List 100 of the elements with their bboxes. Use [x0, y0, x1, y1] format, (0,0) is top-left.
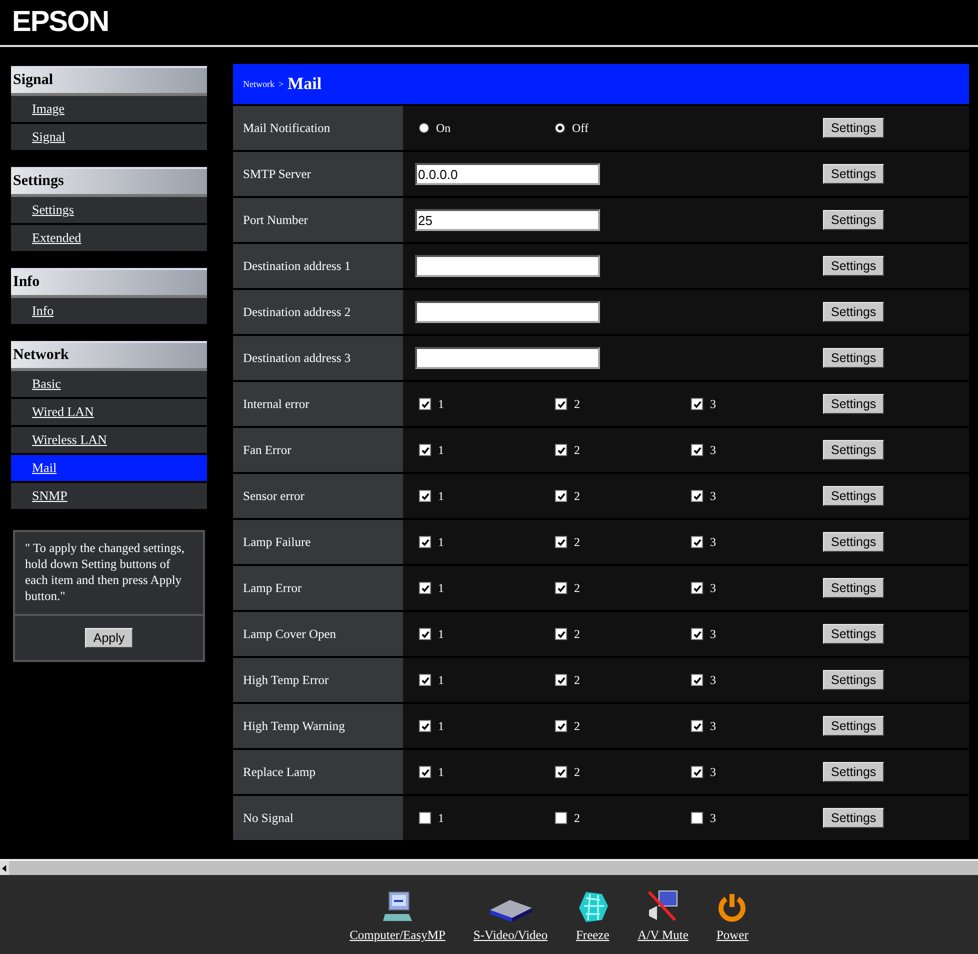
input-field[interactable]: [415, 255, 600, 277]
toolbar-link[interactable]: A/V Mute: [638, 885, 688, 943]
settings-button[interactable]: Settings: [823, 624, 884, 644]
checkbox[interactable]: [555, 444, 567, 456]
checkbox[interactable]: [691, 628, 703, 640]
sidebar-heading: Settings: [11, 167, 207, 197]
toolbar-link[interactable]: Power: [716, 885, 748, 943]
checkbox[interactable]: [419, 398, 431, 410]
settings-button[interactable]: Settings: [823, 256, 884, 276]
settings-button[interactable]: Settings: [823, 762, 884, 782]
settings-button[interactable]: Settings: [823, 394, 884, 414]
settings-button[interactable]: Settings: [823, 210, 884, 230]
settings-button[interactable]: Settings: [823, 808, 884, 828]
toolbar-link[interactable]: Computer/EasyMP: [350, 885, 446, 943]
sidebar-item[interactable]: Mail: [11, 455, 207, 481]
checkbox[interactable]: [691, 490, 703, 502]
checkbox[interactable]: [419, 720, 431, 732]
settings-button[interactable]: Settings: [823, 670, 884, 690]
checkbox-label: 1: [438, 488, 444, 504]
checkbox-label: 1: [438, 580, 444, 596]
sidebar-item[interactable]: Image: [11, 96, 207, 122]
radio-button[interactable]: [419, 123, 429, 133]
field-label: Port Number: [233, 198, 403, 242]
checkbox[interactable]: [419, 536, 431, 548]
sidebar-item[interactable]: SNMP: [11, 483, 207, 509]
field-label: Destination address 3: [233, 336, 403, 380]
sidebar-item[interactable]: Extended: [11, 225, 207, 251]
checkbox[interactable]: [691, 674, 703, 686]
checkbox-label: 3: [710, 810, 716, 826]
field-label: SMTP Server: [233, 152, 403, 196]
input-field[interactable]: [415, 301, 600, 323]
settings-button[interactable]: Settings: [823, 118, 884, 138]
settings-button[interactable]: Settings: [823, 348, 884, 368]
checkbox[interactable]: [419, 812, 431, 824]
checkbox[interactable]: [691, 720, 703, 732]
checkbox[interactable]: [555, 628, 567, 640]
settings-button[interactable]: Settings: [823, 440, 884, 460]
checkbox[interactable]: [419, 490, 431, 502]
checkbox[interactable]: [555, 582, 567, 594]
input-field[interactable]: [415, 347, 600, 369]
radio-button[interactable]: [555, 123, 565, 133]
checkbox-label: 2: [574, 396, 580, 412]
field-label: Lamp Failure: [233, 520, 403, 564]
checkbox-label: 3: [710, 764, 716, 780]
field-label: High Temp Warning: [233, 704, 403, 748]
checkbox[interactable]: [691, 536, 703, 548]
checkbox[interactable]: [555, 812, 567, 824]
checkbox[interactable]: [419, 628, 431, 640]
checkbox[interactable]: [419, 674, 431, 686]
toolbar-link[interactable]: S-Video/Video: [473, 885, 548, 943]
settings-button[interactable]: Settings: [823, 164, 884, 184]
checkbox-label: 2: [574, 764, 580, 780]
settings-button[interactable]: Settings: [823, 302, 884, 322]
scroll-left-icon[interactable]: [0, 861, 9, 875]
checkbox[interactable]: [555, 720, 567, 732]
checkbox[interactable]: [691, 582, 703, 594]
sidebar-item[interactable]: Wired LAN: [11, 399, 207, 425]
horizontal-scrollbar[interactable]: [0, 859, 978, 875]
settings-button[interactable]: Settings: [823, 716, 884, 736]
sidebar-item[interactable]: Settings: [11, 197, 207, 223]
sidebar-item[interactable]: Info: [11, 298, 207, 324]
radio-label: Off: [572, 120, 588, 136]
sidebar-item[interactable]: Basic: [11, 371, 207, 397]
settings-button[interactable]: Settings: [823, 578, 884, 598]
checkbox[interactable]: [555, 766, 567, 778]
input-field[interactable]: 25: [415, 209, 600, 231]
checkbox[interactable]: [555, 398, 567, 410]
sidebar-item[interactable]: Wireless LAN: [11, 427, 207, 453]
checkbox-label: 1: [438, 718, 444, 734]
field-label: No Signal: [233, 796, 403, 840]
field-label: Destination address 1: [233, 244, 403, 288]
checkbox[interactable]: [555, 490, 567, 502]
input-field[interactable]: 0.0.0.0: [415, 163, 600, 185]
field-label: Sensor error: [233, 474, 403, 518]
power-icon: [716, 892, 748, 924]
checkbox[interactable]: [555, 536, 567, 548]
checkbox[interactable]: [691, 766, 703, 778]
settings-button[interactable]: Settings: [823, 486, 884, 506]
checkbox-label: 2: [574, 534, 580, 550]
checkbox[interactable]: [419, 766, 431, 778]
settings-button[interactable]: Settings: [823, 532, 884, 552]
checkbox[interactable]: [691, 398, 703, 410]
apply-button[interactable]: Apply: [85, 628, 133, 648]
checkbox[interactable]: [555, 674, 567, 686]
checkbox-label: 3: [710, 626, 716, 642]
checkbox-label: 2: [574, 626, 580, 642]
sidebar-heading: Info: [11, 268, 207, 298]
checkbox[interactable]: [419, 444, 431, 456]
checkbox[interactable]: [691, 812, 703, 824]
checkbox[interactable]: [419, 582, 431, 594]
checkbox-label: 2: [574, 442, 580, 458]
field-label: Fan Error: [233, 428, 403, 472]
breadcrumb-separator: >: [278, 79, 284, 89]
toolbar-link[interactable]: Freeze: [576, 885, 610, 943]
checkbox-label: 3: [710, 488, 716, 504]
checkbox-label: 2: [574, 810, 580, 826]
sidebar-heading: Network: [11, 341, 207, 371]
checkbox-label: 1: [438, 626, 444, 642]
checkbox[interactable]: [691, 444, 703, 456]
sidebar-item[interactable]: Signal: [11, 124, 207, 150]
